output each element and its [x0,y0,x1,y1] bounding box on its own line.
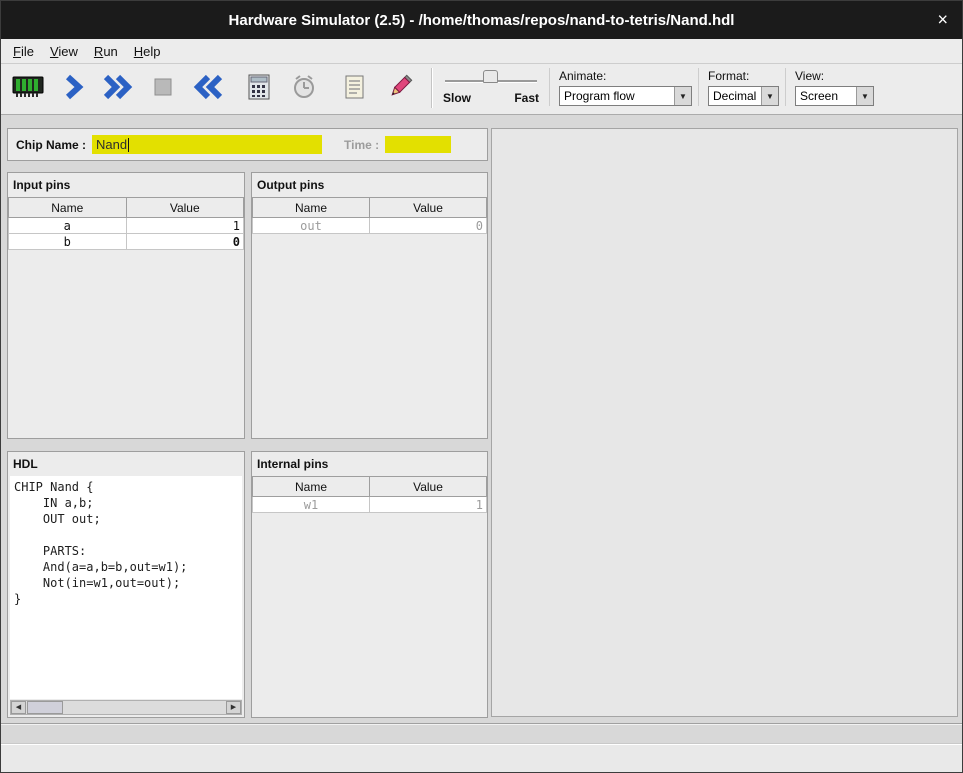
table-row: b 0 [9,234,244,250]
pin-value-cell: 1 [370,497,487,513]
input-pins-table: Name Value a 1 b 0 [8,197,244,250]
animate-value: Program flow [560,87,674,105]
load-chip-button[interactable] [7,68,49,108]
pin-value-cell: 0 [370,218,487,234]
edit-button[interactable] [379,68,421,108]
stop-button[interactable] [142,68,184,108]
rewind-icon [191,73,225,104]
time-label: Time : [344,138,379,152]
title-bar: Hardware Simulator (2.5) - /home/thomas/… [1,1,962,39]
internal-pins-title: Internal pins [252,452,487,474]
format-value: Decimal [709,87,761,105]
script-button[interactable] [334,68,376,108]
chip-view-area [491,128,958,717]
window-title: Hardware Simulator (2.5) - /home/thomas/… [229,12,735,29]
calculator-button[interactable] [238,68,280,108]
script-document-icon [342,73,368,104]
pin-name-cell: out [253,218,370,234]
clock-icon [290,73,318,104]
view-select[interactable]: Screen ▼ [795,86,874,106]
fast-forward-icon [101,73,135,104]
close-icon[interactable]: × [937,10,948,31]
output-pins-title: Output pins [252,173,487,195]
slow-label: Slow [443,91,471,105]
pin-value-cell[interactable]: 1 [126,218,244,234]
table-row: w1 1 [253,497,487,513]
pin-name-cell: a [9,218,127,234]
hdl-panel: HDL CHIP Nand { IN a,b; OUT out; PARTS: … [7,451,245,718]
format-group: Format: Decimal ▼ [698,68,779,106]
speed-slider-group: Slow Fast [443,68,539,105]
main-content: Chip Name : Nand Time : Input pins Name … [1,115,962,723]
run-button[interactable] [97,68,139,108]
column-header-name: Name [253,477,370,497]
input-pins-title: Input pins [8,173,244,195]
toolbar: Slow Fast Animate: Program flow ▼ Format… [1,64,962,115]
single-step-icon [59,73,87,104]
hdl-horizontal-scrollbar[interactable]: ◀ ▶ [10,700,242,715]
text-caret [128,138,129,152]
chip-name-input[interactable]: Nand [92,135,322,154]
hdl-code-area: CHIP Nand { IN a,b; OUT out; PARTS: And(… [10,476,242,699]
view-value: Screen [796,87,856,105]
toolbar-separator [431,68,432,108]
hardware-simulator-window: Hardware Simulator (2.5) - /home/thomas/… [0,0,963,773]
menu-help[interactable]: Help [126,41,169,62]
input-pins-panel: Input pins Name Value a 1 b 0 [7,172,245,439]
animate-label: Animate: [559,69,692,83]
pin-name-cell: w1 [253,497,370,513]
column-header-name: Name [9,198,127,218]
bottom-divider [1,723,962,725]
scroll-left-icon[interactable]: ◀ [11,701,26,714]
calculator-icon [246,73,272,104]
internal-pins-panel: Internal pins Name Value w1 1 [251,451,488,718]
fast-label: Fast [514,91,539,105]
internal-pins-table: Name Value w1 1 [252,476,487,513]
time-input[interactable] [385,136,451,153]
reset-button[interactable] [187,68,229,108]
animate-select[interactable]: Program flow ▼ [559,86,692,106]
column-header-name: Name [253,198,370,218]
chip-name-value: Nand [96,137,127,152]
view-group: View: Screen ▼ [785,68,874,106]
column-header-value: Value [370,477,487,497]
column-header-value: Value [126,198,244,218]
format-select[interactable]: Decimal ▼ [708,86,779,106]
chevron-down-icon[interactable]: ▼ [761,87,778,105]
menu-file[interactable]: File [5,41,42,62]
output-pins-panel: Output pins Name Value out 0 [251,172,488,439]
menu-view[interactable]: View [42,41,86,62]
pin-name-cell: b [9,234,127,250]
menu-bar: File View Run Help [1,39,962,64]
chip-name-label: Chip Name : [16,138,86,152]
scrollbar-thumb[interactable] [27,701,63,714]
slider-thumb[interactable] [483,70,498,83]
pencil-icon [386,73,414,104]
status-bar [1,743,962,772]
hdl-title: HDL [8,452,244,474]
table-row: out 0 [253,218,487,234]
speed-slider[interactable] [443,68,539,87]
chevron-down-icon[interactable]: ▼ [856,87,873,105]
menu-run[interactable]: Run [86,41,126,62]
column-header-value: Value [370,198,487,218]
chip-name-bar: Chip Name : Nand Time : [7,128,488,161]
clock-button[interactable] [283,68,325,108]
scroll-right-icon[interactable]: ▶ [226,701,241,714]
view-label: View: [795,69,874,83]
animate-group: Animate: Program flow ▼ [549,68,692,106]
single-step-button[interactable] [52,68,94,108]
output-pins-table: Name Value out 0 [252,197,487,234]
hdl-code: CHIP Nand { IN a,b; OUT out; PARTS: And(… [10,476,242,610]
chevron-down-icon[interactable]: ▼ [674,87,691,105]
stop-square-icon [149,73,177,104]
format-label: Format: [708,69,779,83]
pin-value-cell[interactable]: 0 [126,234,244,250]
memory-chip-icon [12,74,44,103]
table-row: a 1 [9,218,244,234]
